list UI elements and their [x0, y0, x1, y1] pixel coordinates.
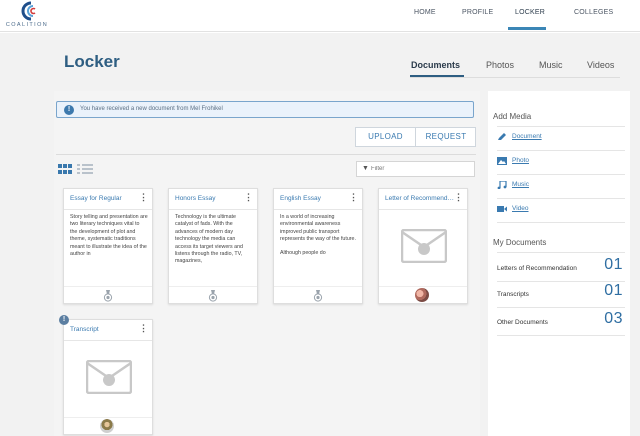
- nav-active-indicator: [508, 27, 546, 30]
- request-button[interactable]: REQUEST: [416, 128, 476, 146]
- card-title[interactable]: Letter of Recommendation: [385, 195, 457, 202]
- media-label[interactable]: Document: [512, 133, 542, 140]
- document-card[interactable]: Transcript ⋮: [63, 319, 153, 435]
- top-navigation-bar: COALITION HOME PROFILE LOCKER COLLEGES: [0, 0, 640, 32]
- tab-photos[interactable]: Photos: [486, 60, 514, 70]
- kebab-menu-icon[interactable]: ⋮: [454, 193, 463, 202]
- doc-category-label: Letters of Recommendation: [497, 265, 577, 272]
- nav-home[interactable]: HOME: [414, 9, 436, 16]
- doc-category-row[interactable]: Transcripts 01: [497, 282, 625, 308]
- document-card[interactable]: English Essay ⋮ In a world of increasing…: [273, 188, 363, 304]
- card-preview-paragraph: Technology is the ultimate catalyst of f…: [175, 214, 244, 265]
- tab-videos[interactable]: Videos: [587, 60, 614, 70]
- toolbar-divider: [56, 154, 476, 155]
- document-actions: UPLOAD REQUEST: [355, 127, 476, 147]
- doc-category-label: Transcripts: [497, 291, 529, 298]
- nav-profile[interactable]: PROFILE: [462, 9, 493, 16]
- avatar: [100, 419, 114, 433]
- document-card[interactable]: Letter of Recommendation ⋮: [378, 188, 468, 304]
- card-preview-paragraph: Story telling and presentation are two l…: [70, 214, 148, 258]
- kebab-menu-icon[interactable]: ⋮: [139, 324, 148, 333]
- media-label[interactable]: Music: [512, 181, 529, 188]
- pencil-icon: [498, 133, 506, 140]
- alert-text: You have received a new document from Me…: [80, 106, 223, 112]
- add-media-title: Add Media: [493, 112, 532, 121]
- add-document-link[interactable]: Document: [497, 127, 625, 151]
- filter-input[interactable]: [371, 164, 471, 174]
- document-card[interactable]: Honors Essay ⋮ Technology is the ultimat…: [168, 188, 258, 304]
- medal-icon: [313, 290, 323, 302]
- filter-funnel-icon: ▼: [362, 165, 369, 172]
- doc-category-label: Other Documents: [497, 319, 548, 326]
- filter-box: ▼: [356, 161, 475, 177]
- envelope-icon: [401, 229, 447, 263]
- kebab-menu-icon[interactable]: ⋮: [244, 193, 253, 202]
- kebab-menu-icon[interactable]: ⋮: [139, 193, 148, 202]
- new-item-badge: !: [59, 315, 69, 325]
- card-preview-text: In a world of increasing environmental a…: [280, 214, 358, 280]
- video-camera-icon: [497, 206, 507, 212]
- add-music-link[interactable]: Music: [497, 175, 625, 199]
- card-title[interactable]: Transcript: [70, 326, 142, 333]
- doc-category-row[interactable]: Letters of Recommendation 01: [497, 256, 625, 282]
- list-view-icon[interactable]: [77, 164, 93, 174]
- media-label[interactable]: Photo: [512, 157, 529, 164]
- card-preview-text: Story telling and presentation are two l…: [70, 214, 148, 280]
- tab-documents[interactable]: Documents: [411, 60, 460, 70]
- tab-active-indicator: [410, 75, 464, 77]
- card-preview-text: Technology is the ultimate catalyst of f…: [175, 214, 253, 280]
- doc-category-count: 03: [604, 310, 623, 327]
- medal-icon: [103, 290, 113, 302]
- photo-icon: [497, 157, 507, 165]
- media-label[interactable]: Video: [512, 205, 529, 212]
- doc-category-count: 01: [604, 282, 623, 299]
- card-title[interactable]: Honors Essay: [175, 195, 247, 202]
- tab-music[interactable]: Music: [539, 60, 563, 70]
- card-preview-paragraph: In a world of increasing environmental a…: [280, 214, 356, 243]
- nav-colleges[interactable]: COLLEGES: [574, 9, 613, 16]
- page-title: Locker: [64, 52, 120, 71]
- grid-view-icon[interactable]: [58, 164, 72, 174]
- medal-icon: [208, 290, 218, 302]
- tabs-divider: [410, 77, 620, 78]
- logo-text: COALITION: [5, 22, 49, 28]
- info-icon: !: [64, 105, 74, 115]
- doc-category-count: 01: [604, 256, 623, 273]
- document-card[interactable]: Essay for Regular ⋮ Story telling and pr…: [63, 188, 153, 304]
- coalition-logo-mark: [21, 1, 36, 21]
- card-title[interactable]: English Essay: [280, 195, 352, 202]
- envelope-icon: [86, 360, 132, 394]
- avatar: [415, 288, 429, 302]
- upload-button[interactable]: UPLOAD: [356, 128, 416, 146]
- nav-locker[interactable]: LOCKER: [515, 9, 545, 16]
- my-documents-title: My Documents: [493, 238, 547, 247]
- music-note-icon: [497, 181, 507, 189]
- kebab-menu-icon[interactable]: ⋮: [349, 193, 358, 202]
- add-photo-link[interactable]: Photo: [497, 151, 625, 175]
- coalition-logo[interactable]: COALITION: [4, 1, 50, 30]
- card-title[interactable]: Essay for Regular: [70, 195, 142, 202]
- add-video-link[interactable]: Video: [497, 199, 625, 223]
- doc-category-row[interactable]: Other Documents 03: [497, 310, 625, 336]
- card-preview-paragraph: Although people do: [280, 249, 326, 256]
- new-document-alert[interactable]: ! You have received a new document from …: [56, 101, 474, 118]
